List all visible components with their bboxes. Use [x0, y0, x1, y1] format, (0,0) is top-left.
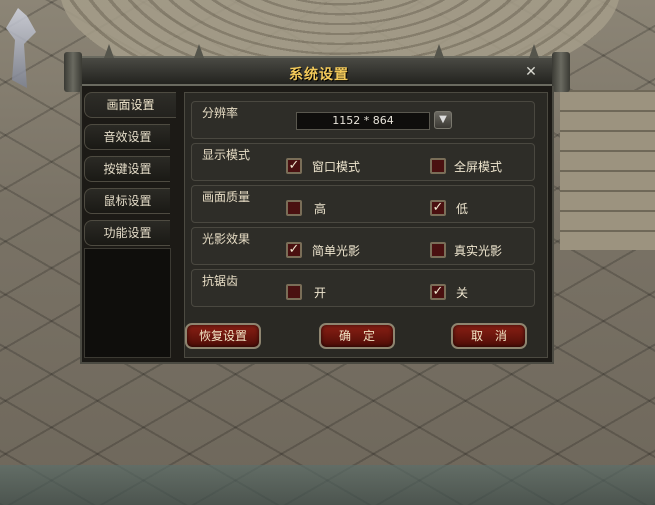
- tab-display-settings[interactable]: 画面设置: [84, 92, 176, 118]
- dialog-title-bar[interactable]: 系统设置 ✕: [64, 44, 570, 92]
- simple-lighting-label: 简单光影: [312, 244, 361, 258]
- frame-spike: [104, 44, 114, 58]
- antialias-group: 抗锯齿 开 ✓ 关: [191, 269, 535, 307]
- frame-spike: [434, 44, 444, 58]
- quality-group: 画面质量 高 ✓ 低: [191, 185, 535, 223]
- cancel-button[interactable]: 取 消: [451, 323, 527, 349]
- tab-sound-settings[interactable]: 音效设置: [84, 124, 170, 150]
- display-mode-label: 显示模式: [202, 148, 251, 162]
- antialias-off-label: 关: [456, 286, 469, 300]
- antialias-off-checkbox[interactable]: ✓: [430, 284, 446, 300]
- quality-high-label: 高: [314, 202, 327, 216]
- water-edge: [0, 465, 655, 505]
- lighting-label: 光影效果: [202, 232, 251, 246]
- tab-panel-filler: [84, 248, 171, 358]
- windowed-mode-checkbox[interactable]: ✓: [286, 158, 302, 174]
- display-mode-group: 显示模式 ✓ 窗口模式 全屏模式: [191, 143, 535, 181]
- fullscreen-mode-checkbox[interactable]: [430, 158, 446, 174]
- confirm-button[interactable]: 确 定: [319, 323, 395, 349]
- resolution-group: 分辨率 1152 * 864 ▼: [191, 101, 535, 139]
- dialog-title: 系统设置: [289, 67, 349, 83]
- lighting-group: 光影效果 ✓ 简单光影 真实光影: [191, 227, 535, 265]
- settings-content: 分辨率 1152 * 864 ▼ 显示模式 ✓ 窗口模式 全屏模式 画面质量 高…: [184, 92, 548, 358]
- real-lighting-checkbox[interactable]: [430, 242, 446, 258]
- frame-spike: [194, 44, 204, 58]
- character-sprite: [6, 8, 36, 88]
- tab-mouse-settings[interactable]: 鼠标设置: [84, 188, 170, 214]
- fullscreen-mode-label: 全屏模式: [454, 160, 503, 174]
- frame-spike: [529, 44, 539, 58]
- quality-high-checkbox[interactable]: [286, 200, 302, 216]
- antialias-on-checkbox[interactable]: [286, 284, 302, 300]
- stone-wall: [560, 90, 655, 250]
- simple-lighting-checkbox[interactable]: ✓: [286, 242, 302, 258]
- antialias-on-label: 开: [314, 286, 327, 300]
- tab-key-settings[interactable]: 按键设置: [84, 156, 170, 182]
- chevron-down-icon[interactable]: ▼: [434, 111, 452, 129]
- resolution-label: 分辨率: [202, 106, 239, 120]
- tab-function-settings[interactable]: 功能设置: [84, 220, 170, 246]
- close-icon[interactable]: ✕: [524, 65, 538, 79]
- quality-label: 画面质量: [202, 190, 251, 204]
- resolution-select[interactable]: 1152 * 864: [296, 112, 430, 130]
- real-lighting-label: 真实光影: [454, 244, 503, 258]
- quality-low-label: 低: [456, 202, 469, 216]
- windowed-mode-label: 窗口模式: [312, 160, 361, 174]
- antialias-label: 抗锯齿: [202, 274, 239, 288]
- restore-settings-button[interactable]: 恢复设置: [185, 323, 261, 349]
- quality-low-checkbox[interactable]: ✓: [430, 200, 446, 216]
- system-settings-dialog: 系统设置 ✕ 画面设置 音效设置 按键设置 鼠标设置 功能设置 分辨率 1152…: [64, 44, 570, 368]
